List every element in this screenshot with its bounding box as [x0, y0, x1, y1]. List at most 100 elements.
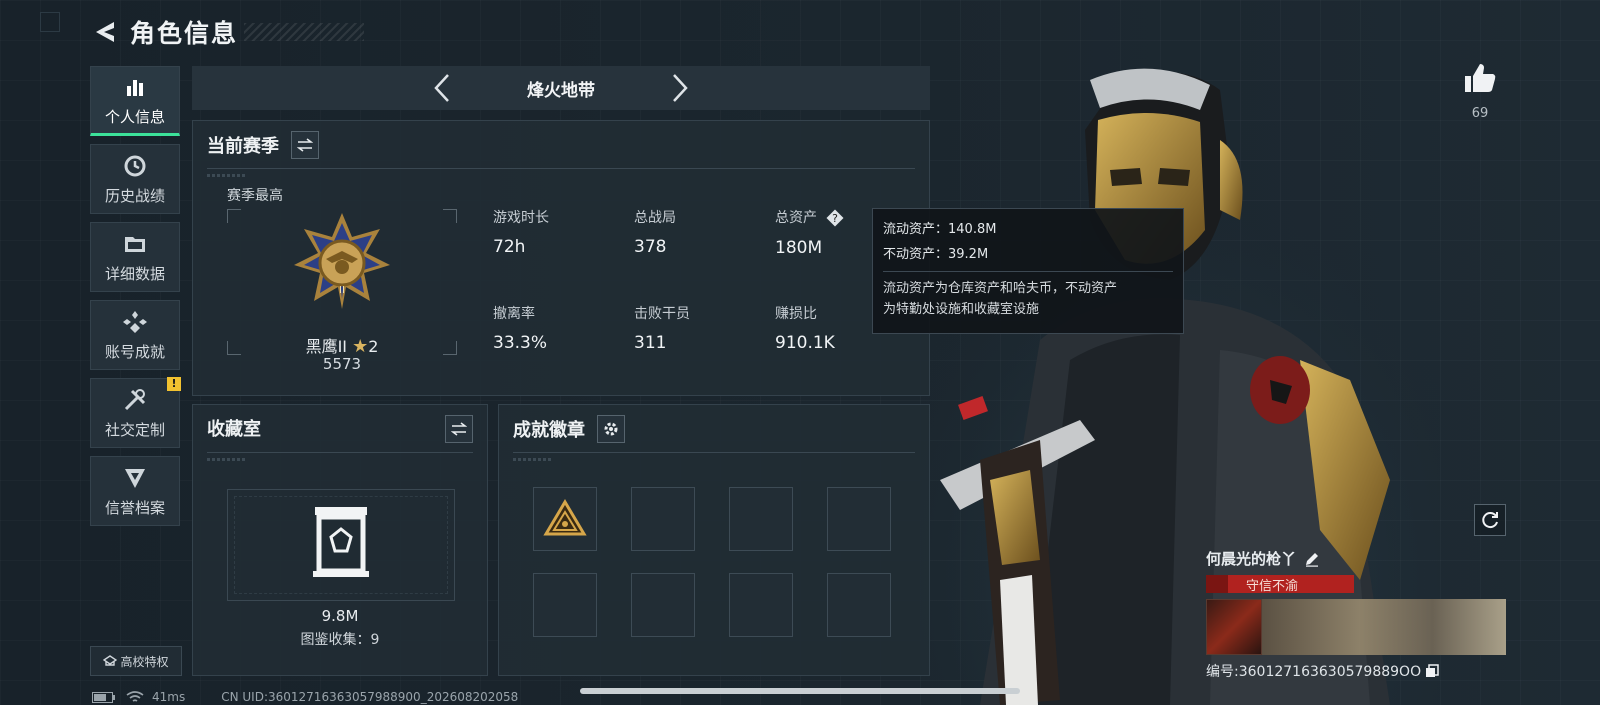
decoration-text — [207, 174, 247, 177]
status-bar: 41ms CN UID:36012716363057988900_2026082… — [92, 690, 518, 704]
badge-slot[interactable] — [533, 487, 597, 551]
player-card: 何晨光的枪丫 守信不渝 编号:360127163630579889OO — [1206, 548, 1506, 681]
tools-icon — [124, 388, 146, 410]
sidebar-item-history[interactable]: 历史战绩 — [90, 144, 180, 214]
player-title-bar: 守信不渝 — [1206, 575, 1354, 594]
sidebar-item-label: 账号成就 — [104, 342, 165, 361]
badge-slot[interactable] — [631, 573, 695, 637]
badge-slot[interactable] — [827, 573, 891, 637]
warning-badge: ! — [167, 377, 181, 391]
refresh-icon — [1482, 512, 1498, 529]
copy-icon[interactable] — [1425, 664, 1439, 678]
sidebar-item-label: 社交定制 — [104, 420, 165, 439]
page-title: 角色信息 — [130, 19, 239, 48]
like-count: 69 — [1471, 106, 1489, 121]
collection-count: 图鉴收集：9 — [300, 632, 380, 648]
history-clock-icon — [124, 155, 146, 176]
triangle-badge-icon — [543, 499, 587, 536]
sidebar-item-label: 详细数据 — [104, 264, 165, 283]
player-id: 编号:360127163630579889OO — [1206, 664, 1422, 680]
collection-switch-button[interactable] — [445, 415, 473, 443]
mode-title: 烽火地带 — [527, 80, 595, 101]
sidebar-item-label: 历史战绩 — [104, 186, 165, 205]
back-arrow-icon[interactable] — [92, 19, 118, 45]
svg-text:?: ? — [833, 212, 839, 225]
decoration-text — [207, 458, 247, 461]
star-icon: ★ — [352, 336, 369, 357]
page-header: 角色信息 — [92, 12, 365, 52]
stat-label: 游戏时长 — [493, 210, 549, 226]
liquid-assets-text: 流动资产：140.8M — [883, 222, 997, 237]
tooltip-divider — [883, 271, 1173, 272]
bar-chart-icon — [127, 79, 143, 96]
rotate-model-button[interactable] — [1474, 504, 1506, 536]
svg-text:II: II — [339, 285, 345, 296]
title-stripes-decoration — [244, 23, 365, 41]
stat-label: 撤离率 — [493, 306, 535, 322]
home-indicator[interactable] — [580, 688, 1020, 694]
collection-value: 9.8M — [321, 607, 359, 625]
collection-panel: 收藏室 9.8M 图鉴收集：9 — [192, 404, 488, 676]
help-icon[interactable]: ? — [825, 208, 845, 228]
school-privilege-button[interactable]: 高校特权 — [90, 646, 182, 676]
season-best-label: 赛季最高 — [227, 188, 283, 204]
stat-value: 33.3% — [493, 333, 548, 353]
ping-text: 41ms — [152, 690, 186, 704]
season-switch-button[interactable] — [291, 131, 319, 159]
stat-label: 总资产 — [775, 210, 817, 226]
stat-label: 总战局 — [634, 210, 676, 226]
prev-mode-button[interactable] — [428, 71, 456, 105]
stat-total-matches: 总战局 378 — [634, 207, 764, 257]
title-emblem-icon — [1206, 575, 1228, 593]
divider — [207, 452, 473, 453]
stat-label: 击败干员 — [634, 306, 690, 322]
swap-icon — [297, 138, 313, 152]
wifi-icon — [126, 691, 144, 702]
achievement-badges-panel: 成就徽章 — [498, 404, 930, 676]
tooltip-note-line1: 流动资产为仓库资产和哈夫币，不动资产 — [883, 281, 1118, 296]
sidebar-item-achievements[interactable]: 账号成就 — [90, 300, 180, 370]
asset-tooltip: 流动资产：140.8M 不动资产：39.2M 流动资产为仓库资产和哈夫币，不动资… — [872, 208, 1184, 334]
rank-score: 5573 — [322, 355, 362, 373]
decoration-text — [513, 458, 553, 461]
gear-icon — [604, 422, 618, 436]
next-mode-button[interactable] — [666, 71, 694, 105]
sidebar-item-personal-info[interactable]: 个人信息 — [90, 66, 180, 136]
stat-value: 72h — [493, 237, 526, 257]
edit-pencil-icon[interactable] — [1304, 551, 1320, 567]
thumbs-up-icon[interactable] — [1463, 62, 1497, 94]
player-name: 何晨光的枪丫 — [1206, 550, 1297, 568]
stat-value: 378 — [634, 237, 667, 257]
badge-slot[interactable] — [729, 573, 793, 637]
folder-icon — [125, 236, 145, 252]
rank-title: 黑鹰II — [305, 337, 348, 356]
badges-settings-button[interactable] — [597, 415, 625, 443]
stat-extract-rate: 撤离率 33.3% — [493, 303, 623, 353]
tooltip-note-line2: 为特勤处设施和收藏室设施 — [883, 302, 1040, 317]
badge-slot[interactable] — [631, 487, 695, 551]
sidebar-item-label: 信誉档案 — [104, 498, 165, 517]
badge-slot[interactable] — [729, 487, 793, 551]
badge-slot[interactable] — [827, 487, 891, 551]
mode-selector: 烽火地带 — [192, 66, 930, 110]
stat-value: 910.1K — [775, 333, 835, 353]
rank-name: 黑鹰II ★2 — [227, 333, 457, 357]
chevron-left-icon — [434, 74, 449, 102]
divider — [207, 168, 915, 169]
avatar — [1206, 599, 1262, 655]
stat-kills: 击败干员 311 — [634, 303, 764, 353]
stat-value: 311 — [634, 333, 667, 353]
sidebar-item-detail-data[interactable]: 详细数据 — [90, 222, 180, 292]
corner-decoration — [40, 12, 60, 32]
player-banner — [1206, 599, 1506, 655]
vault-icon — [313, 507, 369, 577]
player-title: 守信不渝 — [1246, 578, 1299, 594]
sidebar-item-credit-record[interactable]: 信誉档案 — [90, 456, 180, 526]
season-panel-title: 当前赛季 — [207, 136, 279, 157]
badge-slot[interactable] — [533, 573, 597, 637]
badges-title: 成就徽章 — [513, 420, 585, 441]
sidebar-item-social-custom[interactable]: ! 社交定制 — [90, 377, 181, 448]
achievement-icon — [123, 310, 147, 333]
stat-play-time: 游戏时长 72h — [493, 207, 623, 257]
banner-image — [1262, 599, 1506, 655]
